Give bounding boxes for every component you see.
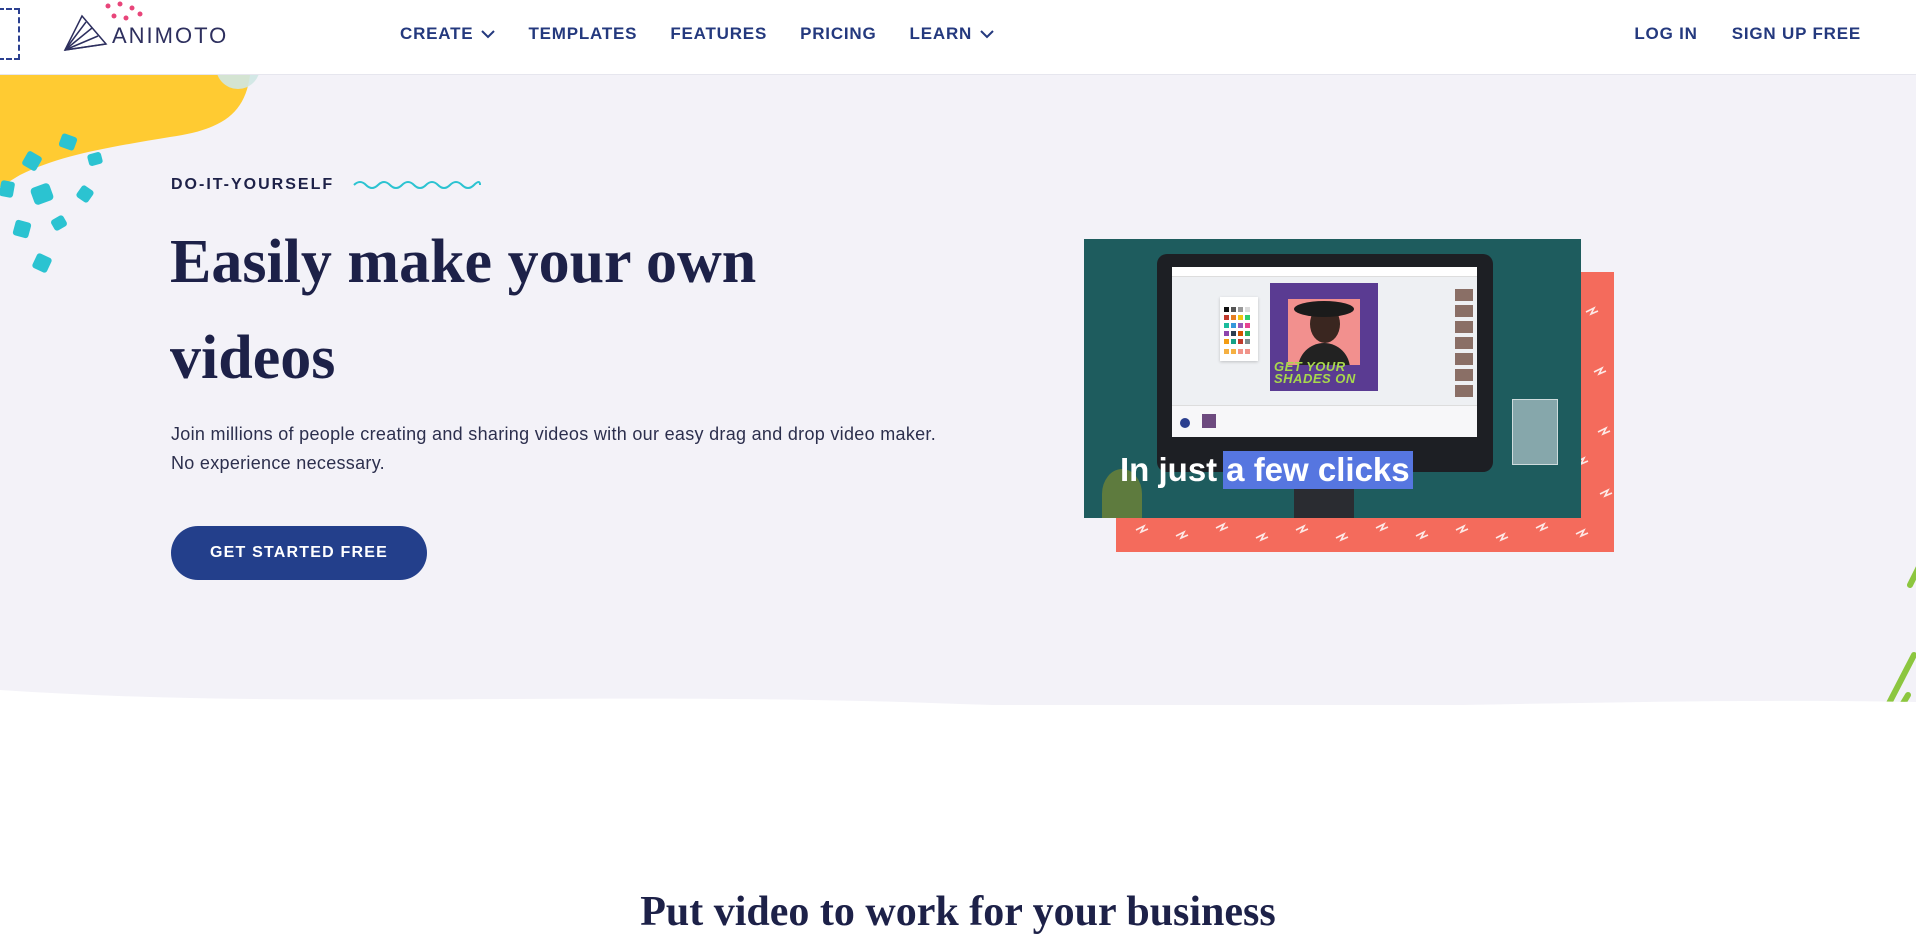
brand-name: ANIMOTO bbox=[112, 23, 229, 48]
animoto-logo-icon bbox=[63, 14, 108, 51]
main-nav: CREATE TEMPLATES FEATURES PRICING LEARN bbox=[400, 24, 1027, 44]
nav-learn[interactable]: LEARN bbox=[910, 24, 995, 44]
nav-templates[interactable]: TEMPLATES bbox=[528, 24, 637, 44]
video-caption: In just a few clicks bbox=[1120, 451, 1413, 489]
nav-pricing-label: PRICING bbox=[800, 24, 877, 43]
nav-features[interactable]: FEATURES bbox=[670, 24, 767, 44]
nav-create[interactable]: CREATE bbox=[400, 24, 496, 44]
editor-toolbar bbox=[1172, 267, 1477, 277]
chevron-down-icon bbox=[481, 29, 496, 38]
nav-templates-label: TEMPLATES bbox=[528, 24, 638, 43]
poster-photo bbox=[1288, 299, 1360, 365]
nav-features-label: FEATURES bbox=[670, 24, 768, 43]
hero-headline: Easily make your own videos bbox=[170, 228, 757, 392]
decorative-streaks bbox=[1884, 566, 1916, 705]
poster-figure-hat bbox=[1294, 301, 1354, 317]
nav-learn-label: LEARN bbox=[909, 24, 973, 43]
caption-highlight: a few clicks bbox=[1223, 451, 1413, 489]
nav-pricing[interactable]: PRICING bbox=[800, 24, 876, 44]
get-started-button[interactable]: GET STARTED FREE bbox=[171, 526, 427, 580]
section-title: Put video to work for your business bbox=[640, 889, 1276, 935]
video-preview[interactable]: GET YOUR SHADES ON In just a few clicks bbox=[1084, 239, 1581, 518]
signup-link[interactable]: SIGN UP FREE bbox=[1732, 24, 1861, 44]
hero-subtext: Join millions of people creating and sha… bbox=[171, 424, 937, 473]
login-link[interactable]: LOG IN bbox=[1634, 24, 1697, 44]
wavy-line-icon bbox=[353, 181, 482, 189]
poster-text: GET YOUR SHADES ON bbox=[1274, 359, 1356, 386]
hero-wave-divider bbox=[0, 690, 1916, 730]
hero-eyebrow: DO-IT-YOURSELF bbox=[171, 176, 482, 194]
play-icon bbox=[1180, 418, 1190, 428]
editor-screen: GET YOUR SHADES ON bbox=[1172, 267, 1477, 437]
nav-create-label: CREATE bbox=[400, 24, 474, 43]
account-nav: LOG IN SIGN UP FREE bbox=[1600, 24, 1861, 44]
media-thumbnails bbox=[1455, 289, 1473, 401]
eyebrow-text: DO-IT-YOURSELF bbox=[171, 176, 335, 193]
timeline-thumbnail bbox=[1202, 414, 1216, 428]
login-label: LOG IN bbox=[1634, 24, 1698, 43]
signup-label: SIGN UP FREE bbox=[1731, 24, 1861, 43]
editor-timeline bbox=[1172, 405, 1477, 437]
color-palette bbox=[1220, 297, 1258, 361]
chevron-down-icon bbox=[980, 29, 994, 38]
decorative-dashed-frame bbox=[0, 8, 20, 60]
site-header: ANIMOTO CREATE TEMPLATES FEATURES PRICIN… bbox=[0, 0, 1916, 75]
caption-plain: In just bbox=[1120, 451, 1218, 488]
brand-logo[interactable]: ANIMOTO bbox=[62, 14, 228, 52]
video-poster: GET YOUR SHADES ON bbox=[1270, 283, 1378, 391]
pencil-cup-decoration bbox=[1512, 399, 1558, 465]
